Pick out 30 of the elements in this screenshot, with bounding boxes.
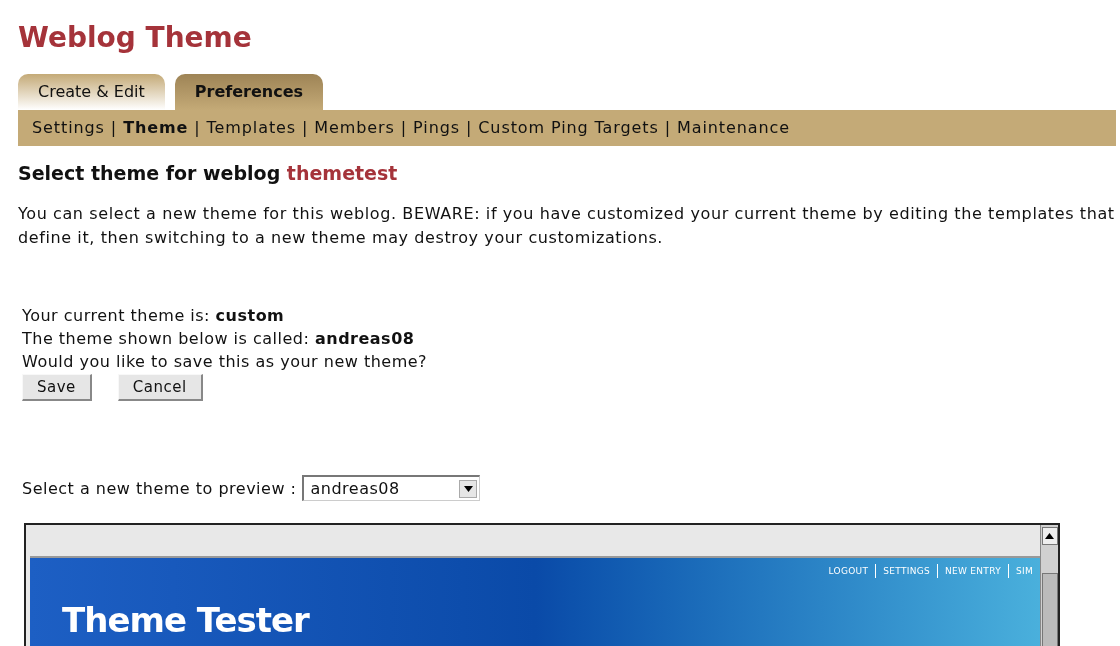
select-label: Select a new theme to preview : — [22, 477, 297, 500]
form-button[interactable]: Save — [22, 374, 92, 401]
subnav-link[interactable]: Members — [314, 116, 395, 140]
scrollbar[interactable] — [1040, 525, 1058, 646]
subnav-link[interactable]: Maintenance — [677, 116, 790, 140]
subnav-link[interactable]: Templates — [206, 116, 297, 140]
separator: | — [194, 117, 201, 139]
preview-nav-link[interactable]: LOGOUT — [821, 564, 876, 578]
scroll-up-icon[interactable] — [1041, 527, 1058, 545]
section-heading: Select theme for weblog themetest — [18, 161, 398, 186]
info-text: Would you like to save this as your new theme? — [22, 351, 428, 373]
intro-paragraph: You can select a new theme for this weblog. BEWARE: if you have customized your current theme by editing the templates that define it, then switching to a new theme may destroy your customizations. — [18, 203, 1116, 249]
info-text: The theme shown below is called: andreas08 — [22, 328, 415, 350]
theme-dropdown[interactable]: andreas08 — [302, 475, 481, 501]
separator: | — [302, 117, 309, 139]
separator: | — [466, 117, 473, 139]
subnav-link[interactable]: Pings — [413, 116, 460, 140]
tab[interactable]: Create & Edit — [18, 74, 165, 110]
info-text: Your current theme is: custom — [22, 305, 285, 327]
subnav-link[interactable]: Theme — [123, 116, 189, 140]
separator: | — [664, 117, 672, 139]
scroll-thumb[interactable] — [1041, 573, 1058, 646]
separator: | — [400, 117, 408, 139]
form-button[interactable]: Cancel — [117, 374, 203, 401]
page-title: Weblog Theme — [18, 20, 252, 56]
tab[interactable]: Preferences — [174, 74, 324, 110]
subnav-link[interactable]: Custom Ping Targets — [478, 116, 659, 140]
subnav-link[interactable]: Settings — [32, 116, 105, 140]
preview-site-title: Theme Tester — [62, 599, 309, 642]
separator: | — [110, 117, 118, 139]
